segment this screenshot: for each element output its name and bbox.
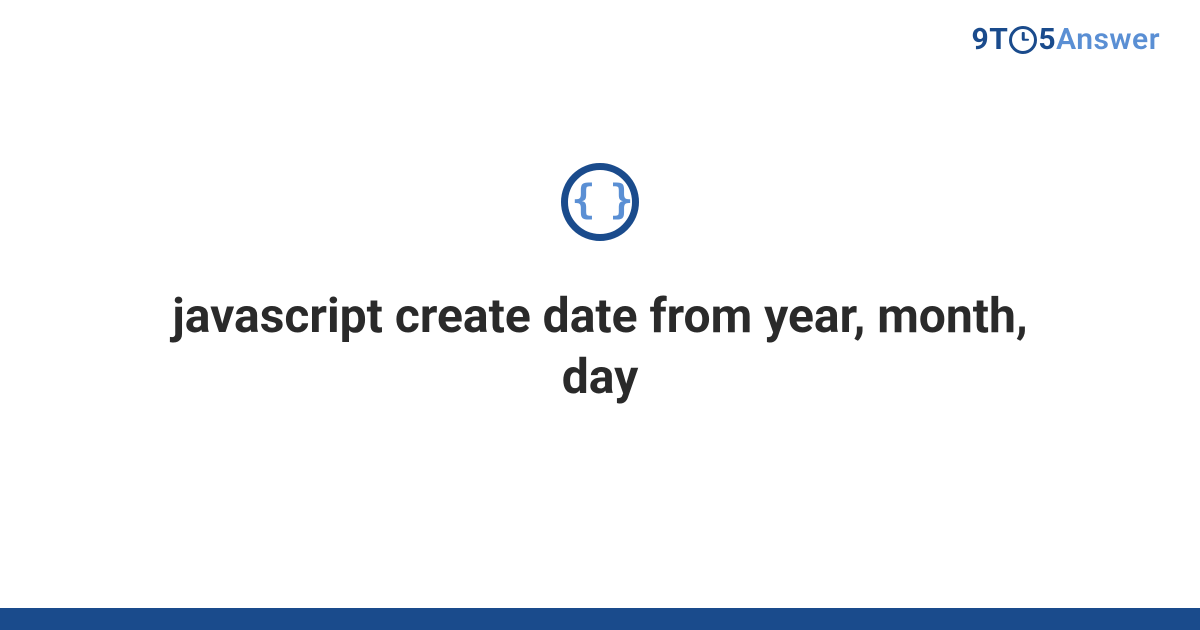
braces-glyph: { } bbox=[571, 180, 628, 220]
code-braces-icon: { } bbox=[561, 163, 639, 241]
page-title: javascript create date from year, month,… bbox=[100, 285, 1100, 408]
main-content: { } javascript create date from year, mo… bbox=[0, 0, 1200, 630]
footer-bar bbox=[0, 608, 1200, 630]
